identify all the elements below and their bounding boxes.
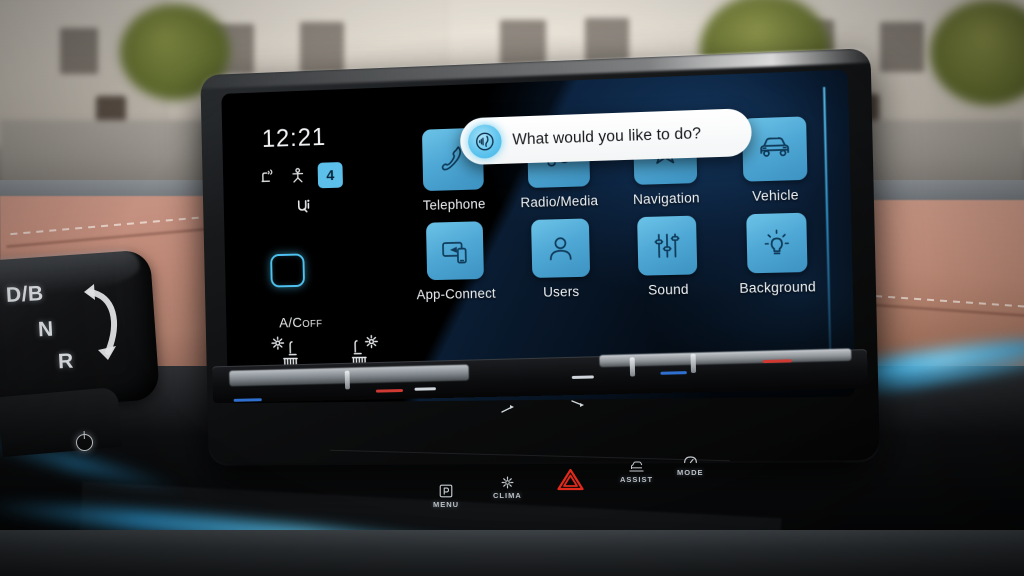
hw-button-label: CLIMA xyxy=(493,491,522,500)
lower-trim-panel xyxy=(0,530,1024,576)
app-tile-users[interactable]: Users xyxy=(510,218,612,301)
rotary-arrows-icon xyxy=(62,278,128,370)
window xyxy=(60,28,98,74)
plus-marker[interactable] xyxy=(572,375,594,379)
window xyxy=(880,22,924,72)
hw-button-clima[interactable]: CLIMA xyxy=(493,476,522,500)
app-label: Navigation xyxy=(633,190,700,207)
app-label: Users xyxy=(543,284,579,300)
phone-screen-mirror-icon xyxy=(426,221,484,280)
seat-massage-icon[interactable] xyxy=(259,167,278,187)
app-label: Sound xyxy=(648,282,689,298)
gear-label-neutral: N xyxy=(37,318,54,343)
console-knob-surround xyxy=(0,387,122,457)
app-label: Background xyxy=(739,279,816,296)
slider-handle-volume[interactable] xyxy=(691,354,697,373)
ac-label: A/C xyxy=(279,314,302,330)
cold-marker-left xyxy=(234,398,262,402)
warm-marker-right xyxy=(763,359,792,363)
voice-assistant-bar[interactable]: What would you like to do? xyxy=(460,108,752,165)
hw-button-menu[interactable]: MENU xyxy=(433,484,459,509)
gear-label-drive-brake: D/B xyxy=(5,282,44,308)
clock: 12:21 xyxy=(262,123,327,154)
hw-button-label: MODE xyxy=(677,468,704,477)
app-label: Vehicle xyxy=(752,187,799,204)
app-tile-sound[interactable]: Sound xyxy=(616,215,720,298)
hw-button-assist[interactable]: ASSIST xyxy=(620,460,653,484)
app-label: Radio/Media xyxy=(520,193,598,210)
infotainment-bezel: 12:21 4 A/COFF Telephone Radio/Media Nav… xyxy=(200,48,880,464)
warm-marker-left xyxy=(376,389,403,393)
voice-assistant-face-icon[interactable] xyxy=(468,123,502,158)
defrost-front-icon[interactable] xyxy=(570,396,586,410)
ac-status-label[interactable]: A/COFF xyxy=(279,314,323,330)
ac-state: OFF xyxy=(302,319,322,330)
car-front-icon xyxy=(742,116,808,181)
equalizer-sliders-icon xyxy=(637,216,697,276)
status-badge-count[interactable]: 4 xyxy=(318,162,343,188)
defrost-rear-icon[interactable] xyxy=(500,403,516,417)
slider-handle-right[interactable] xyxy=(630,357,636,376)
car-infotainment-scene: D/B N R 12:21 4 A/COFF Telephone Radio/M… xyxy=(0,0,1024,576)
app-tile-background[interactable]: Background xyxy=(724,212,830,296)
hw-button-label: MENU xyxy=(433,500,459,509)
user-person-icon xyxy=(531,218,590,278)
home-square-icon[interactable] xyxy=(270,253,305,287)
cold-marker-right xyxy=(660,371,687,375)
app-tile-app-connect[interactable]: App-Connect xyxy=(406,221,506,303)
hw-button-mode[interactable]: MODE xyxy=(677,454,704,477)
minus-marker[interactable] xyxy=(415,387,436,390)
hw-button-label: ASSIST xyxy=(620,475,653,484)
hardware-button-row: MENU CLIMA ASSIST MODE xyxy=(415,462,715,508)
app-label: Telephone xyxy=(423,196,486,213)
driver-assist-icon xyxy=(629,460,644,473)
park-p-icon xyxy=(439,484,453,498)
qi-wireless-charging-icon xyxy=(292,194,313,216)
lightbulb-icon xyxy=(746,213,807,274)
window xyxy=(300,22,344,74)
slider-handle-left[interactable] xyxy=(345,371,350,390)
voice-assistant-prompt: What would you like to do? xyxy=(512,125,701,149)
app-label: App-Connect xyxy=(416,286,496,303)
fan-gear-icon xyxy=(501,476,514,489)
seat-occupant-icon[interactable] xyxy=(288,166,307,186)
hazard-triangle-icon xyxy=(557,468,584,491)
hw-button-hazard[interactable] xyxy=(557,468,584,493)
status-icon-row: 4 xyxy=(259,162,343,190)
